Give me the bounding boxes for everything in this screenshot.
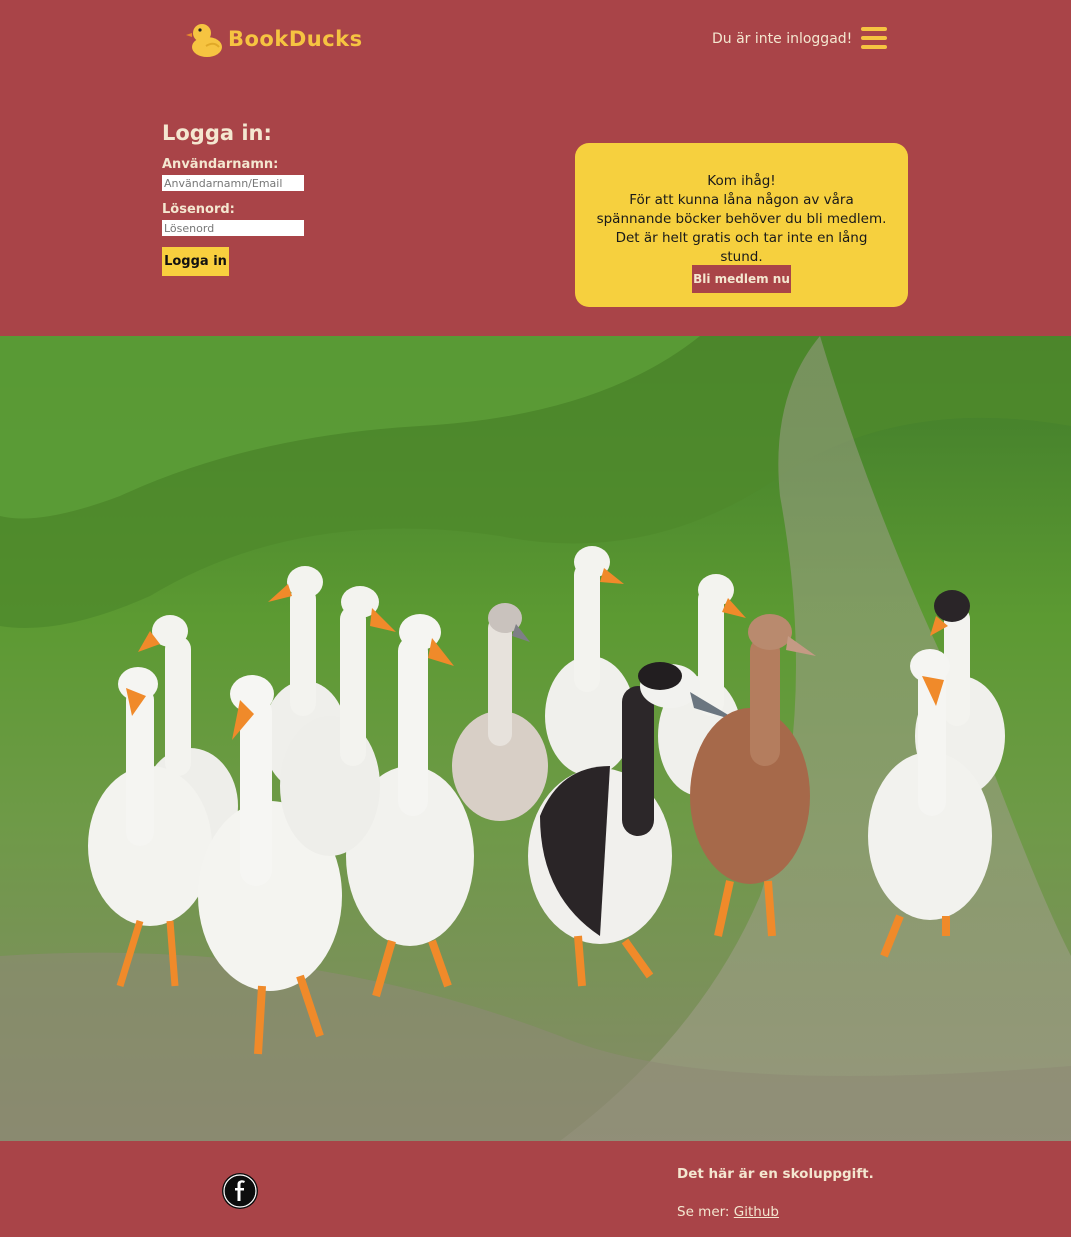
login-title: Logga in: xyxy=(162,121,272,145)
membership-reminder: Kom ihåg! För att kunna låna någon av vå… xyxy=(575,143,908,307)
footer-school-note: Det här är en skoluppgift. xyxy=(677,1166,874,1182)
login-status-text: Du är inte inloggad! xyxy=(712,31,853,47)
username-input[interactable] xyxy=(162,175,304,191)
become-member-button[interactable]: Bli medlem nu xyxy=(692,265,791,293)
circle-logo-icon[interactable] xyxy=(222,1173,258,1209)
site-header: BookDucks Du är inte inloggad! xyxy=(0,0,1071,80)
password-label: Lösenord: xyxy=(162,202,235,217)
reminder-title: Kom ihåg! xyxy=(707,173,776,189)
password-input[interactable] xyxy=(162,220,304,236)
github-link[interactable]: Github xyxy=(734,1204,779,1220)
username-label: Användarnamn: xyxy=(162,157,279,172)
reminder-text: För att kunna låna någon av våra spännan… xyxy=(596,192,887,265)
hero-image xyxy=(0,336,1071,1141)
footer-more-prefix: Se mer: xyxy=(677,1204,730,1220)
ducks-photo xyxy=(0,336,1071,1141)
site-logo[interactable]: BookDucks xyxy=(186,18,363,60)
login-button[interactable]: Logga in xyxy=(162,247,229,276)
rubber-duck-icon xyxy=(186,24,222,57)
footer-more: Se mer: Github xyxy=(677,1204,779,1220)
logo-text: BookDucks xyxy=(228,27,363,51)
hamburger-menu-icon[interactable] xyxy=(861,27,887,49)
